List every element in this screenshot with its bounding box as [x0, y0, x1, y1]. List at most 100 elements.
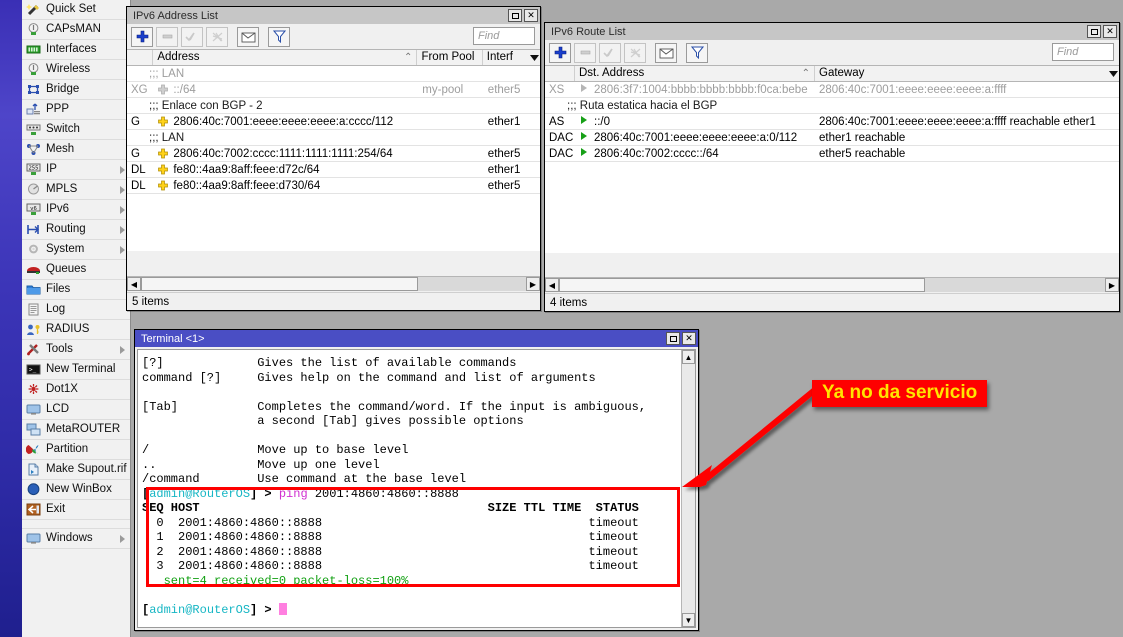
dst-address-text: 2806:3f7:1004:bbbb:bbbb:bbbb:f0ca:bebe	[594, 84, 808, 96]
address-comment-row[interactable]: ;;; Enlace con BGP - 2	[127, 98, 540, 114]
route-comment-row[interactable]: ;;; Ruta estatica hacia el BGP	[545, 98, 1119, 114]
sidebar-item-ppp[interactable]: PPP	[22, 100, 130, 120]
address-window-titlebar[interactable]: IPv6 Address List ✕	[127, 7, 540, 24]
sidebar-item-log[interactable]: Log	[22, 300, 130, 320]
address-col-address[interactable]: Address ⌃	[153, 50, 417, 65]
terminal-window[interactable]: Terminal <1> ✕ [?] Gives the list of ava…	[134, 329, 699, 631]
sidebar-item-ip[interactable]: 255IP	[22, 160, 130, 180]
comment-button[interactable]	[237, 27, 259, 47]
sidebar-item-mpls[interactable]: MPLS	[22, 180, 130, 200]
address-find-input[interactable]: Find	[473, 27, 535, 45]
table-row[interactable]: XG::/64my-poolether5	[127, 82, 540, 98]
terminal-close-button[interactable]: ✕	[682, 332, 696, 345]
sidebar-item-windows[interactable]: Windows	[22, 529, 130, 549]
sidebar-item-radius[interactable]: RADIUS	[22, 320, 130, 340]
sidebar-item-make-supout-rif[interactable]: Make Supout.rif	[22, 460, 130, 480]
route-column-chooser[interactable]	[1103, 66, 1119, 81]
sidebar-item-quick-set[interactable]: Quick Set	[22, 0, 130, 20]
remove-address-button[interactable]	[156, 27, 178, 47]
table-row[interactable]: DLfe80::4aa9:8aff:feee:d730/64ether5	[127, 178, 540, 194]
terminal-titlebar[interactable]: Terminal <1> ✕	[135, 330, 698, 347]
sidebar-item-interfaces[interactable]: Interfaces	[22, 40, 130, 60]
sidebar-item-new-winbox[interactable]: New WinBox	[22, 480, 130, 500]
address-col-frompool[interactable]: From Pool	[417, 50, 482, 65]
address-close-button[interactable]: ✕	[524, 9, 538, 22]
route-hscrollbar[interactable]: ◀ ▶	[545, 277, 1119, 292]
sidebar-item-bridge[interactable]: Bridge	[22, 80, 130, 100]
terminal-output-area[interactable]: [?] Gives the list of available commands…	[137, 349, 696, 628]
address-table-header: Address ⌃ From Pool Interf	[127, 49, 540, 66]
route-scroll-thumb[interactable]	[559, 278, 925, 292]
table-row[interactable]: AS::/02806:40c:7001:eeee:eeee:eeee:a:fff…	[545, 114, 1119, 130]
terminal-vscrollbar[interactable]: ▲ ▼	[681, 350, 695, 627]
terminal-scroll-up-button[interactable]: ▲	[682, 350, 695, 364]
route-comment-button[interactable]	[655, 43, 677, 63]
sidebar-item-ipv6[interactable]: v6IPv6	[22, 200, 130, 220]
terminal-text: [?] Gives the list of available commands…	[138, 350, 695, 617]
address-col-interface[interactable]: Interf	[483, 50, 525, 65]
route-scroll-right-button[interactable]: ▶	[1105, 278, 1119, 292]
sidebar-item-new-terminal[interactable]: >_New Terminal	[22, 360, 130, 380]
sidebar-item-tools[interactable]: Tools	[22, 340, 130, 360]
address-hscrollbar[interactable]: ◀ ▶	[127, 276, 540, 291]
disable-address-button[interactable]	[206, 27, 228, 47]
sidebar-item-system[interactable]: System	[22, 240, 130, 260]
route-find-input[interactable]: Find	[1052, 43, 1114, 61]
address-maximize-button[interactable]	[508, 9, 522, 22]
filter-button[interactable]	[268, 27, 290, 47]
disable-route-button[interactable]	[624, 43, 646, 63]
address-col-flags[interactable]	[127, 50, 153, 65]
route-col-dst[interactable]: Dst. Address ⌃	[575, 66, 815, 81]
wand-icon	[25, 2, 42, 17]
route-scroll-track[interactable]	[559, 278, 1105, 292]
sidebar-item-queues[interactable]: Queues	[22, 260, 130, 280]
table-row[interactable]: XS2806:3f7:1004:bbbb:bbbb:bbbb:f0ca:bebe…	[545, 82, 1119, 98]
route-triangle-icon	[579, 115, 590, 128]
sidebar-item-mesh[interactable]: Mesh	[22, 140, 130, 160]
route-maximize-button[interactable]	[1087, 25, 1101, 38]
sidebar-item-capsman[interactable]: CAPsMAN	[22, 20, 130, 40]
table-row[interactable]: DAC2806:40c:7001:eeee:eeee:eeee:a:0/112e…	[545, 130, 1119, 146]
submenu-chevron-icon	[120, 246, 125, 254]
add-route-button[interactable]	[549, 43, 571, 63]
queues-icon	[25, 262, 42, 277]
address-cross-icon	[157, 164, 170, 175]
sidebar-item-exit[interactable]: Exit	[22, 500, 130, 520]
address-column-chooser[interactable]	[525, 50, 540, 65]
enable-route-button[interactable]	[599, 43, 621, 63]
sidebar-item-files[interactable]: Files	[22, 280, 130, 300]
address-scroll-track[interactable]	[141, 277, 526, 291]
route-window-titlebar[interactable]: IPv6 Route List ✕	[545, 23, 1119, 40]
terminal-scroll-down-button[interactable]: ▼	[682, 613, 695, 627]
route-col-flags[interactable]	[545, 66, 575, 81]
sidebar-item-switch[interactable]: Switch	[22, 120, 130, 140]
sidebar-item-routing[interactable]: Routing	[22, 220, 130, 240]
ipv6-address-list-window[interactable]: IPv6 Address List ✕ Find Address ⌃ From	[126, 6, 541, 311]
sidebar-item-label: LCD	[46, 404, 69, 416]
address-scroll-right-button[interactable]: ▶	[526, 277, 540, 291]
table-row[interactable]: DLfe80::4aa9:8aff:feee:d72c/64ether1	[127, 162, 540, 178]
sidebar-item-label: Files	[46, 284, 70, 296]
route-scroll-left-button[interactable]: ◀	[545, 278, 559, 292]
table-row[interactable]: G2806:40c:7002:cccc:1111:1111:1111:254/6…	[127, 146, 540, 162]
ipv6-route-list-window[interactable]: IPv6 Route List ✕ Find Dst. Address ⌃ Ga	[544, 22, 1120, 312]
add-address-button[interactable]	[131, 27, 153, 47]
sidebar-item-lcd[interactable]: LCD	[22, 400, 130, 420]
sidebar-item-wireless[interactable]: Wireless	[22, 60, 130, 80]
table-row[interactable]: G2806:40c:7001:eeee:eeee:eeee:a:cccc/112…	[127, 114, 540, 130]
address-scroll-thumb[interactable]	[141, 277, 418, 291]
table-row[interactable]: DAC2806:40c:7002:cccc::/64ether5 reachab…	[545, 146, 1119, 162]
sidebar-item-dot1x[interactable]: Dot1X	[22, 380, 130, 400]
terminal-maximize-button[interactable]	[666, 332, 680, 345]
route-close-button[interactable]: ✕	[1103, 25, 1117, 38]
enable-address-button[interactable]	[181, 27, 203, 47]
route-col-gateway[interactable]: Gateway	[815, 66, 1103, 81]
address-comment-row[interactable]: ;;; LAN	[127, 66, 540, 82]
address-comment-row[interactable]: ;;; LAN	[127, 130, 540, 146]
address-scroll-left-button[interactable]: ◀	[127, 277, 141, 291]
remove-route-button[interactable]	[574, 43, 596, 63]
sidebar-item-metarouter[interactable]: MetaROUTER	[22, 420, 130, 440]
sidebar-item-partition[interactable]: Partition	[22, 440, 130, 460]
route-filter-button[interactable]	[686, 43, 708, 63]
address-toolbar: Find	[127, 24, 540, 49]
